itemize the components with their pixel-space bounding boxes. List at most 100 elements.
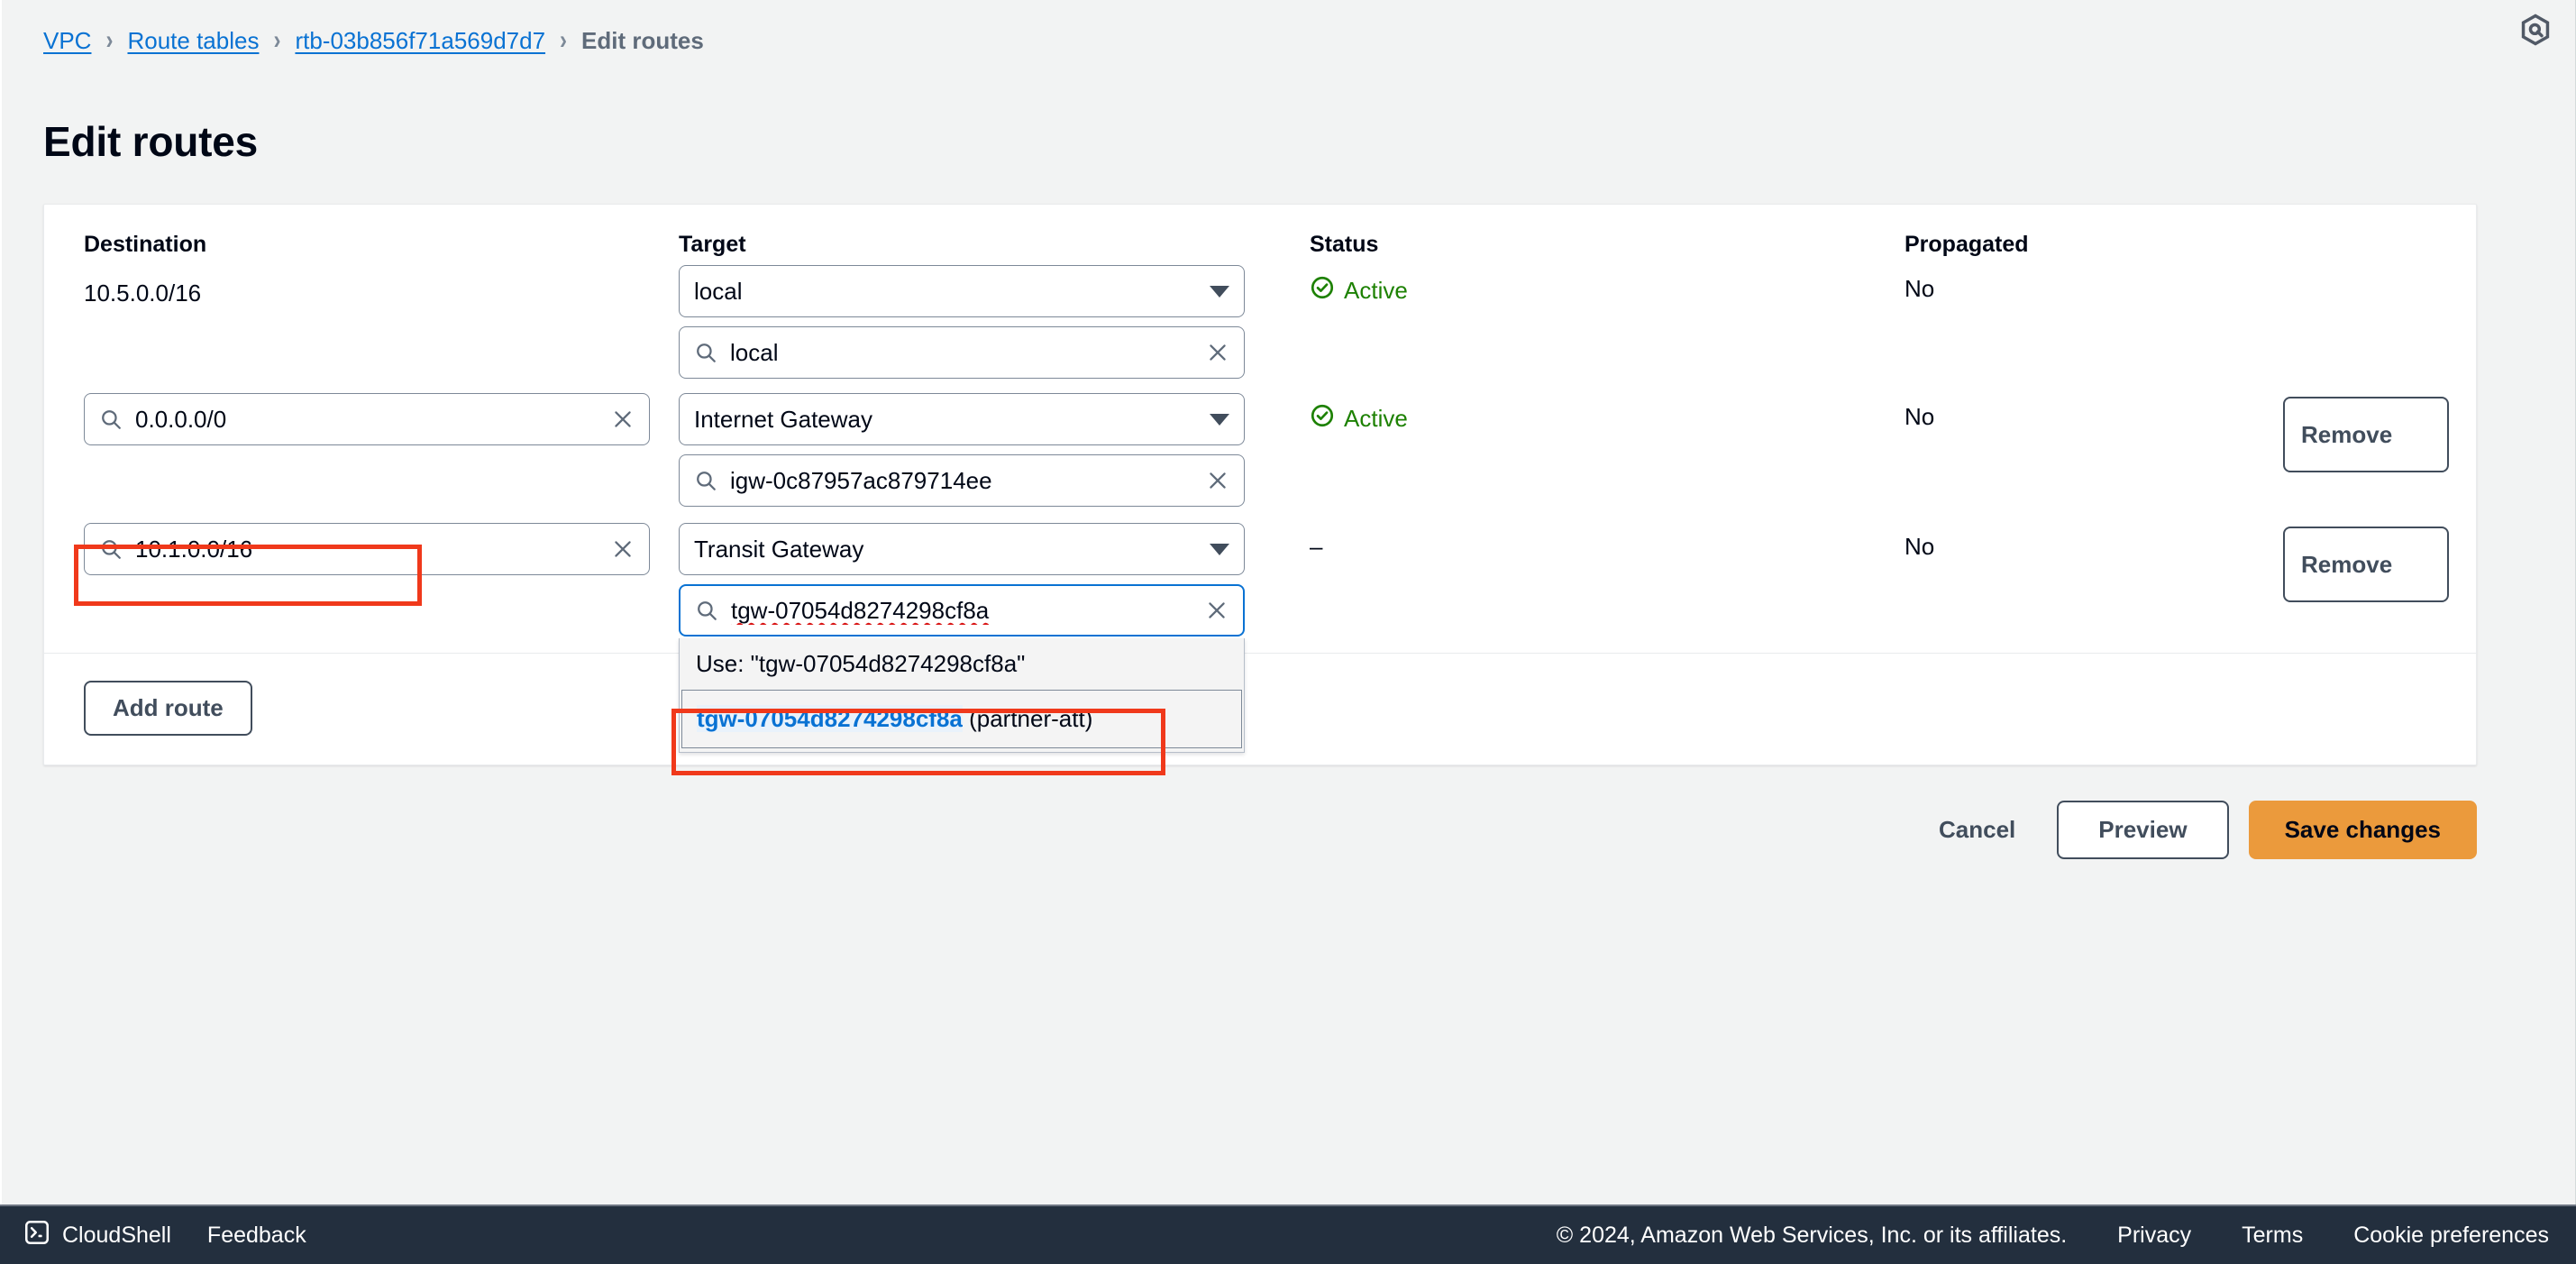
close-icon[interactable]	[1206, 469, 1229, 492]
add-route-area: Add route	[44, 654, 2476, 765]
target-type-select[interactable]: local	[679, 265, 1245, 317]
dropdown-option-match-text: tgw-07054d8274298cf8a	[697, 705, 963, 732]
table-row: 10.1.0.0/16 Transit Gateway tgw-07054d82…	[84, 523, 2449, 753]
dropdown-option-rest-text: (partner-att)	[962, 705, 1093, 732]
remove-route-button[interactable]: Remove	[2283, 527, 2449, 602]
cancel-button[interactable]: Cancel	[1917, 801, 2037, 858]
search-icon	[99, 408, 123, 431]
target-search-value: igw-0c87957ac879714ee	[730, 466, 992, 494]
target-type-select[interactable]: Internet Gateway	[679, 393, 1245, 445]
breadcrumb-item-current: Edit routes	[581, 27, 704, 54]
destination-input[interactable]: 10.1.0.0/16	[84, 523, 650, 575]
breadcrumb-item-vpc[interactable]: VPC	[43, 27, 91, 54]
cell-status: Active	[1310, 265, 1905, 307]
cloudshell-label: CloudShell	[62, 1222, 171, 1248]
status-label: Active	[1344, 405, 1408, 432]
footer-left: CloudShell Feedback	[0, 1219, 306, 1252]
target-type-select-value: Internet Gateway	[694, 405, 872, 433]
destination-value: 10.1.0.0/16	[135, 535, 253, 563]
target-search-input[interactable]: local	[679, 326, 1245, 379]
privacy-link[interactable]: Privacy	[2117, 1223, 2191, 1249]
destination-static-value: 10.5.0.0/16	[84, 279, 202, 307]
chevron-down-icon	[1210, 543, 1229, 555]
cookie-preferences-link[interactable]: Cookie preferences	[2353, 1223, 2549, 1249]
terms-link[interactable]: Terms	[2242, 1223, 2303, 1249]
destination-value: 0.0.0.0/0	[135, 405, 227, 433]
cell-target: local local	[679, 265, 1310, 379]
close-icon[interactable]	[1205, 599, 1229, 622]
routes-table: Destination Target Status Propagated 10.…	[44, 205, 2476, 753]
cloudshell-button[interactable]: CloudShell	[23, 1219, 171, 1252]
status-label: Active	[1344, 277, 1408, 304]
propagated-value: No	[1905, 533, 1935, 560]
q-assistant-icon[interactable]	[2515, 9, 2556, 50]
close-icon[interactable]	[1206, 341, 1229, 364]
cell-propagated: No	[1905, 393, 2283, 431]
save-changes-button[interactable]: Save changes	[2248, 801, 2477, 859]
dropdown-option-tgw[interactable]: tgw-07054d8274298cf8a (partner-att)	[681, 690, 1242, 748]
breadcrumb-separator-icon: ›	[560, 24, 568, 56]
footer-right: © 2024, Amazon Web Services, Inc. or its…	[1557, 1223, 2576, 1249]
column-header-propagated: Propagated	[1905, 232, 2029, 257]
remove-route-button[interactable]: Remove	[2283, 397, 2449, 472]
table-header-row: Destination Target Status Propagated	[84, 205, 2436, 265]
cell-status: –	[1310, 523, 1905, 561]
target-search-value: local	[730, 338, 779, 366]
close-icon[interactable]	[611, 408, 635, 431]
breadcrumb-separator-icon: ›	[273, 24, 281, 56]
cell-destination: 10.1.0.0/16	[84, 523, 679, 575]
routes-card: Destination Target Status Propagated 10.…	[43, 204, 2477, 765]
cloudshell-icon	[23, 1219, 50, 1252]
column-header-target: Target	[679, 232, 746, 257]
target-search-value: tgw-07054d8274298cf8a	[731, 596, 990, 624]
column-header-destination: Destination	[84, 232, 207, 257]
search-icon	[695, 599, 718, 622]
check-circle-icon	[1310, 403, 1335, 435]
close-icon[interactable]	[611, 537, 635, 561]
cell-destination: 10.5.0.0/16	[84, 265, 679, 307]
preview-button[interactable]: Preview	[2057, 801, 2229, 859]
copyright-text: © 2024, Amazon Web Services, Inc. or its…	[1556, 1222, 2068, 1248]
target-search-input[interactable]: igw-0c87957ac879714ee	[679, 454, 1245, 507]
search-icon	[99, 537, 123, 561]
chevron-down-icon	[1210, 285, 1229, 298]
cell-actions: Remove	[2283, 393, 2449, 472]
table-row: 0.0.0.0/0 Internet Gateway igw-0c87957ac…	[84, 393, 2449, 523]
target-search-input[interactable]: tgw-07054d8274298cf8a	[679, 584, 1245, 637]
cell-target: Transit Gateway tgw-07054d8274298cf8a Us…	[679, 523, 1310, 753]
dropdown-option-use-literal[interactable]: Use: "tgw-07054d8274298cf8a"	[680, 638, 1244, 690]
destination-input[interactable]: 0.0.0.0/0	[84, 393, 650, 445]
page-root: VPC › Route tables › rtb-03b856f71a569d7…	[0, 0, 2576, 1204]
status-label: –	[1310, 533, 1323, 560]
left-rail-divider	[0, 0, 2, 1204]
chevron-down-icon	[1210, 413, 1229, 426]
column-header-status: Status	[1310, 232, 1379, 257]
add-route-button[interactable]: Add route	[84, 681, 252, 736]
status-badge: Active	[1310, 265, 1905, 307]
breadcrumb-separator-icon: ›	[105, 24, 114, 56]
status-badge: Active	[1310, 393, 1905, 435]
target-type-select-value: local	[694, 277, 743, 305]
search-icon	[694, 341, 717, 364]
breadcrumb: VPC › Route tables › rtb-03b856f71a569d7…	[43, 25, 704, 56]
target-type-select-value: Transit Gateway	[694, 535, 864, 563]
cell-status: Active	[1310, 393, 1905, 435]
feedback-link[interactable]: Feedback	[207, 1223, 306, 1249]
target-type-select[interactable]: Transit Gateway	[679, 523, 1245, 575]
search-icon	[694, 469, 717, 492]
cell-propagated: No	[1905, 265, 2283, 303]
cell-propagated: No	[1905, 523, 2283, 561]
breadcrumb-item-route-table-id[interactable]: rtb-03b856f71a569d7d7	[295, 27, 545, 54]
breadcrumb-item-route-tables[interactable]: Route tables	[127, 27, 259, 54]
footer-bar: CloudShell Feedback © 2024, Amazon Web S…	[0, 1204, 2576, 1264]
form-actions: Cancel Preview Save changes	[43, 801, 2477, 859]
cell-destination: 0.0.0.0/0	[84, 393, 679, 445]
check-circle-icon	[1310, 275, 1335, 307]
target-autocomplete-dropdown: Use: "tgw-07054d8274298cf8a" tgw-07054d8…	[679, 638, 1245, 753]
cell-actions: Remove	[2283, 523, 2449, 602]
propagated-value: No	[1905, 403, 1935, 430]
table-row: 10.5.0.0/16 local local Active No	[84, 265, 2436, 393]
propagated-value: No	[1905, 275, 1935, 302]
column-header-actions	[2283, 232, 2436, 258]
page-title: Edit routes	[43, 117, 259, 165]
